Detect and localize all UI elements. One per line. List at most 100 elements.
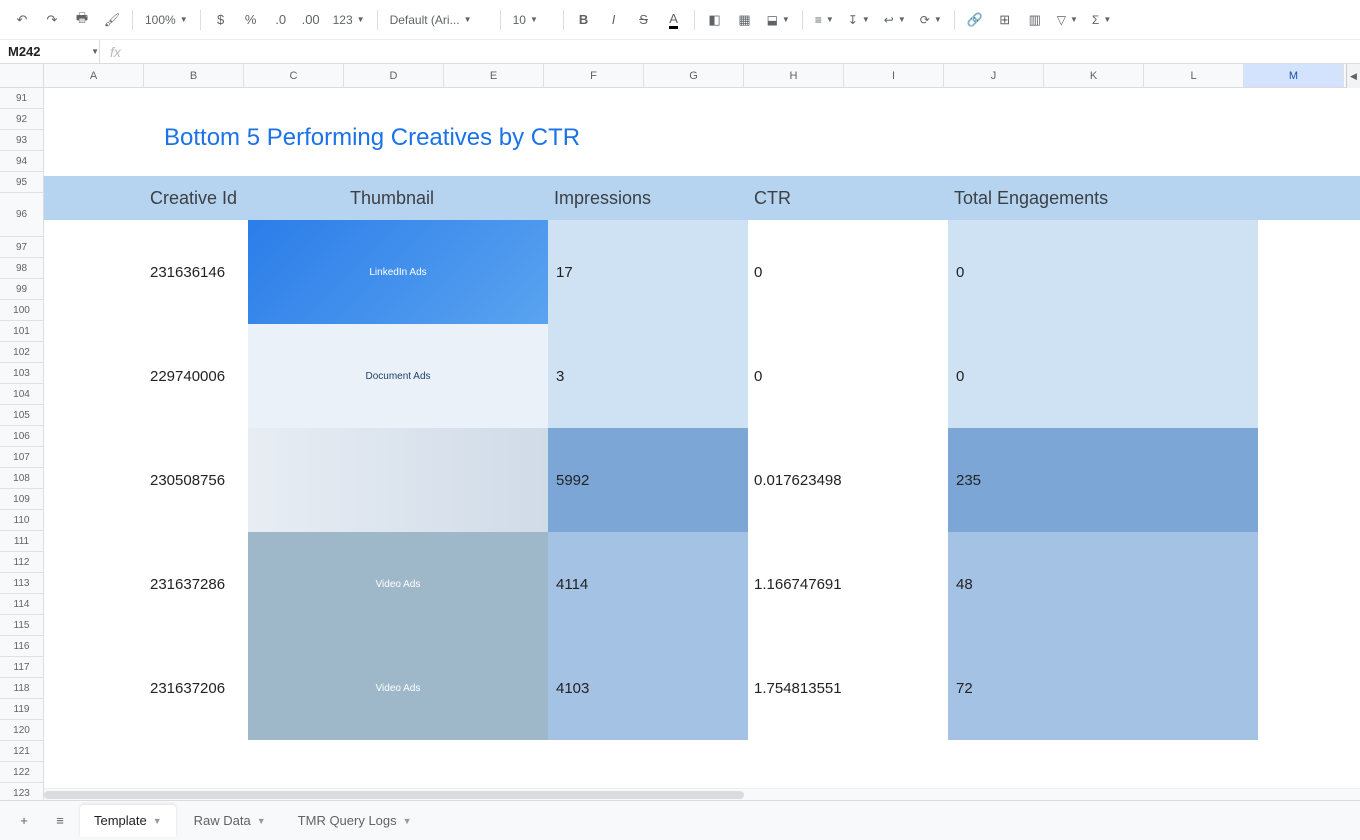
thumbnail-image (248, 428, 548, 532)
fill-color-button[interactable]: ◧ (701, 6, 729, 34)
more-formats-select[interactable]: 123▼ (327, 8, 371, 32)
row-header-98[interactable]: 98 (0, 258, 43, 279)
merge-select[interactable]: ⬓▼ (761, 8, 796, 32)
row-header-102[interactable]: 102 (0, 342, 43, 363)
row-header-119[interactable]: 119 (0, 699, 43, 720)
sheet-tab-bar: + ≡ Template▼Raw Data▼TMR Query Logs▼ (0, 800, 1360, 840)
col-header-D[interactable]: D (344, 64, 444, 87)
decrease-decimal-button[interactable]: .0 (267, 6, 295, 34)
col-header-F[interactable]: F (544, 64, 644, 87)
valign-select[interactable]: ↧▼ (842, 8, 876, 32)
col-header-G[interactable]: G (644, 64, 744, 87)
row-header-94[interactable]: 94 (0, 151, 43, 172)
fx-icon: fx (100, 44, 121, 60)
impressions-cell: 4114 (548, 532, 748, 636)
select-all-corner[interactable] (0, 64, 44, 87)
row-header-106[interactable]: 106 (0, 426, 43, 447)
row-header-122[interactable]: 122 (0, 762, 43, 783)
col-ctr: CTR (754, 188, 791, 209)
sheet-tab-template[interactable]: Template▼ (80, 805, 176, 837)
percent-button[interactable]: % (237, 6, 265, 34)
borders-button[interactable]: ▦ (731, 6, 759, 34)
name-box[interactable]: M242▼ (0, 40, 100, 63)
col-thumbnail: Thumbnail (350, 188, 434, 209)
row-header-117[interactable]: 117 (0, 657, 43, 678)
font-select[interactable]: Default (Ari...▼ (384, 8, 494, 32)
text-color-button[interactable]: A (660, 6, 688, 34)
comment-button[interactable]: ⊞ (991, 6, 1019, 34)
cells-area[interactable]: Bottom 5 Performing Creatives by CTR Cre… (44, 88, 1360, 800)
fontsize-select[interactable]: 10▼ (507, 8, 557, 32)
functions-select[interactable]: Σ▼ (1086, 8, 1117, 32)
col-header-L[interactable]: L (1144, 64, 1244, 87)
row-header-118[interactable]: 118 (0, 678, 43, 699)
col-header-H[interactable]: H (744, 64, 844, 87)
zoom-select[interactable]: 100%▼ (139, 8, 194, 32)
row-header-107[interactable]: 107 (0, 447, 43, 468)
engagements-cell: 235 (948, 428, 1258, 532)
col-header-K[interactable]: K (1044, 64, 1144, 87)
strike-button[interactable]: S (630, 6, 658, 34)
row-header-110[interactable]: 110 (0, 510, 43, 531)
currency-button[interactable]: $ (207, 6, 235, 34)
col-header-E[interactable]: E (444, 64, 544, 87)
engagements-cell: 0 (948, 324, 1258, 428)
column-headers: ABCDEFGHIJKLM ◀ (0, 64, 1360, 88)
toolbar: ↶ ↷ 🖶 🖌 100%▼ $ % .0 .00 123▼ Default (A… (0, 0, 1360, 40)
row-header-95[interactable]: 95 (0, 172, 43, 193)
all-sheets-button[interactable]: ≡ (44, 805, 76, 837)
col-header-J[interactable]: J (944, 64, 1044, 87)
thumbnail-image: Video Ads (248, 636, 548, 740)
scroll-right-indicator[interactable]: ◀ (1346, 64, 1360, 88)
row-header-115[interactable]: 115 (0, 615, 43, 636)
rotate-select[interactable]: ⟳▼ (914, 8, 948, 32)
horizontal-scrollbar[interactable] (44, 788, 1360, 800)
print-button[interactable]: 🖶 (68, 6, 96, 34)
row-header-111[interactable]: 111 (0, 531, 43, 552)
redo-button[interactable]: ↷ (38, 6, 66, 34)
row-header-97[interactable]: 97 (0, 237, 43, 258)
row-header-96[interactable]: 96 (0, 193, 43, 237)
row-header-92[interactable]: 92 (0, 109, 43, 130)
row-header-105[interactable]: 105 (0, 405, 43, 426)
row-header-123[interactable]: 123 (0, 783, 43, 800)
row-header-101[interactable]: 101 (0, 321, 43, 342)
row-header-108[interactable]: 108 (0, 468, 43, 489)
col-header-B[interactable]: B (144, 64, 244, 87)
link-button[interactable]: 🔗 (961, 6, 989, 34)
undo-button[interactable]: ↶ (8, 6, 36, 34)
col-impressions: Impressions (554, 188, 651, 209)
col-header-M[interactable]: M (1244, 64, 1344, 87)
impressions-cell: 4103 (548, 636, 748, 740)
row-header-112[interactable]: 112 (0, 552, 43, 573)
thumbnail-image: LinkedIn Ads (248, 220, 548, 324)
row-header-114[interactable]: 114 (0, 594, 43, 615)
add-sheet-button[interactable]: + (8, 805, 40, 837)
row-header-93[interactable]: 93 (0, 130, 43, 151)
row-header-109[interactable]: 109 (0, 489, 43, 510)
row-header-104[interactable]: 104 (0, 384, 43, 405)
italic-button[interactable]: I (600, 6, 628, 34)
increase-decimal-button[interactable]: .00 (297, 6, 325, 34)
row-header-121[interactable]: 121 (0, 741, 43, 762)
row-header-99[interactable]: 99 (0, 279, 43, 300)
row-header-103[interactable]: 103 (0, 363, 43, 384)
bold-button[interactable]: B (570, 6, 598, 34)
sheet-tab-tmr-query-logs[interactable]: TMR Query Logs▼ (284, 805, 426, 837)
col-header-I[interactable]: I (844, 64, 944, 87)
paint-format-button[interactable]: 🖌 (98, 6, 126, 34)
impressions-cell: 17 (548, 220, 748, 324)
row-header-100[interactable]: 100 (0, 300, 43, 321)
chart-button[interactable]: ▥ (1021, 6, 1049, 34)
ctr-cell: 0.017623498 (754, 472, 842, 489)
row-header-113[interactable]: 113 (0, 573, 43, 594)
col-header-A[interactable]: A (44, 64, 144, 87)
row-header-116[interactable]: 116 (0, 636, 43, 657)
halign-select[interactable]: ≡▼ (809, 8, 840, 32)
col-header-C[interactable]: C (244, 64, 344, 87)
row-header-91[interactable]: 91 (0, 88, 43, 109)
wrap-select[interactable]: ↩▼ (878, 8, 912, 32)
sheet-tab-raw-data[interactable]: Raw Data▼ (180, 805, 280, 837)
filter-select[interactable]: ▽▼ (1051, 8, 1084, 32)
row-header-120[interactable]: 120 (0, 720, 43, 741)
